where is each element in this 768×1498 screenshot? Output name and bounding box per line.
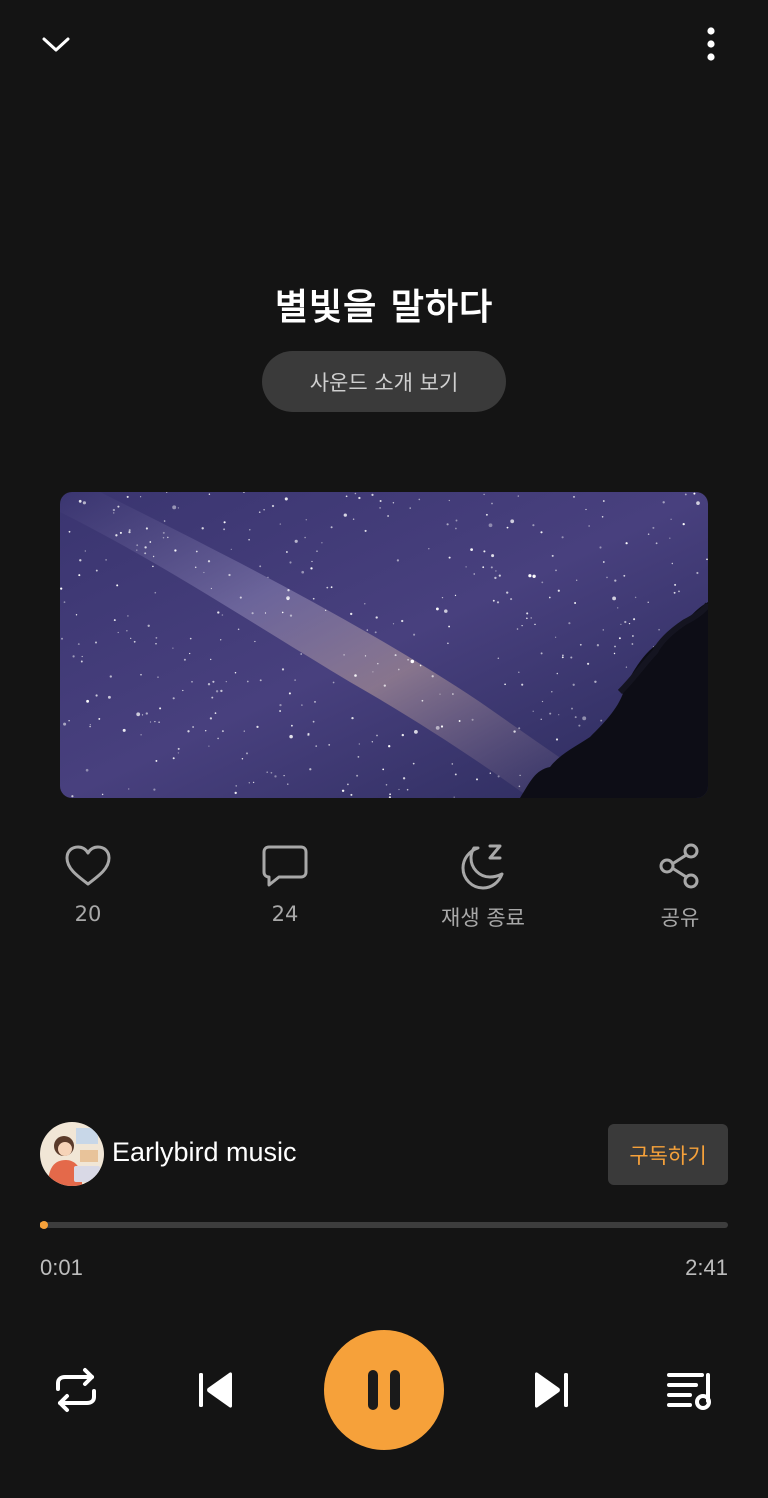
- comment-action[interactable]: 24: [215, 838, 355, 926]
- like-count: 20: [74, 902, 102, 926]
- cover-artwork: [60, 492, 708, 798]
- sound-intro-button[interactable]: 사운드 소개 보기: [262, 351, 506, 412]
- play-pause-button[interactable]: [324, 1330, 444, 1450]
- previous-track-button[interactable]: [186, 1360, 246, 1420]
- subscribe-button[interactable]: 구독하기: [608, 1124, 728, 1185]
- share-action[interactable]: 공유: [610, 838, 750, 932]
- playlist-button[interactable]: [660, 1360, 720, 1420]
- sleep-timer-action[interactable]: 재생 종료: [413, 838, 553, 932]
- chevron-down-icon: [42, 37, 70, 52]
- channel-name[interactable]: Earlybird music: [112, 1137, 297, 1168]
- next-track-button[interactable]: [521, 1360, 581, 1420]
- sleep-timer-label: 재생 종료: [441, 906, 525, 930]
- progress-bar[interactable]: [40, 1221, 728, 1229]
- skip-next-icon: [535, 1372, 568, 1408]
- total-time: 2:41: [685, 1255, 728, 1280]
- heart-icon: [65, 845, 111, 886]
- repeat-button[interactable]: [46, 1360, 106, 1420]
- track-title: 별빛을 말하다: [274, 287, 494, 328]
- more-options-button[interactable]: [683, 16, 739, 72]
- skip-previous-icon: [199, 1372, 232, 1408]
- like-action[interactable]: 20: [18, 838, 158, 926]
- share-icon: [659, 843, 699, 889]
- pause-icon: [368, 1370, 400, 1410]
- comment-count: 24: [271, 902, 299, 926]
- comment-icon: [262, 845, 308, 887]
- elapsed-time: 0:01: [40, 1255, 83, 1280]
- collapse-player-button[interactable]: [28, 16, 84, 72]
- moon-sleep-icon: [461, 844, 504, 890]
- repeat-icon: [56, 1368, 96, 1412]
- playlist-icon: [667, 1373, 711, 1410]
- share-label: 공유: [660, 906, 700, 930]
- more-vertical-icon: [707, 27, 715, 61]
- channel-avatar[interactable]: [40, 1122, 104, 1186]
- progress-thumb[interactable]: [40, 1221, 49, 1229]
